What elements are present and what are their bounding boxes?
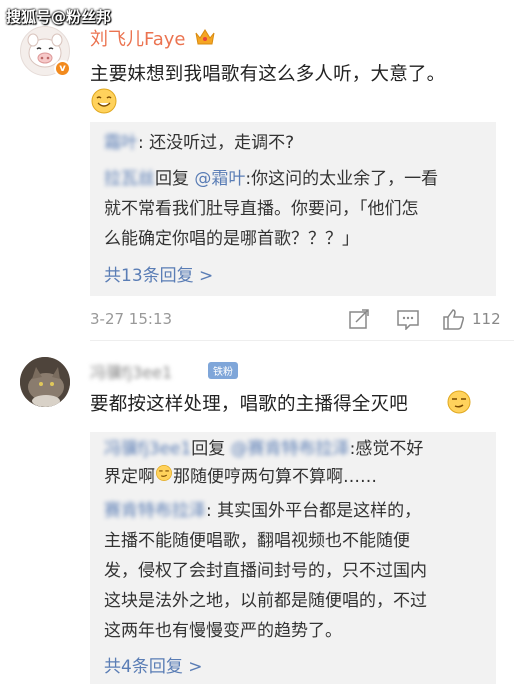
reply-continuation: 就不常看我们肚导直播。你要问，「他们怎 — [104, 199, 419, 219]
verified-badge: v — [54, 60, 71, 77]
reply-nick[interactable]: 冯骥fj3ee1 — [104, 434, 191, 464]
more-replies-link[interactable]: 共13条回复 > — [104, 261, 213, 286]
reply-nick[interactable]: 赛肯特布拉泽 — [104, 496, 206, 526]
reply-continuation: 界定啊 那随便哼两句算不算啊…… — [104, 462, 377, 492]
reply-item: 冯骥fj3ee1回复 @赛肯特布拉泽:感觉不好 — [104, 434, 423, 464]
reply-continuation: 发，侵权了会封直播间封号的，只不过国内 — [104, 561, 427, 581]
reply-continuation: 这两年也有慢慢变严的趋势了。 — [104, 621, 342, 641]
laughing-face-icon — [90, 87, 118, 119]
comment-text: 要都按这样处理，唱歌的主播得全灭吧 — [90, 394, 408, 415]
smirk-face-icon — [155, 462, 173, 492]
comment-icon[interactable] — [396, 308, 420, 330]
comment-text: 主要妹想到我唱歌有这么多人听，大意了。 — [90, 64, 446, 85]
crown-icon — [195, 29, 215, 45]
like-icon[interactable] — [442, 308, 466, 330]
reply-nick[interactable]: 拉瓦丝 — [104, 164, 155, 194]
comment-date: 3-27 15:13 — [90, 310, 173, 328]
watermark: 搜狐号@粉丝邦 — [6, 8, 112, 26]
more-replies-link[interactable]: 共4条回复 > — [104, 652, 202, 677]
mention-link[interactable]: @赛肯特布拉泽 — [231, 434, 350, 464]
reply-item: 霜叶: 还没听过，走调不? — [104, 128, 294, 158]
reply-nick[interactable]: 霜叶 — [104, 128, 138, 158]
cat-avatar-icon — [20, 357, 70, 407]
smirk-face-icon — [446, 389, 472, 419]
fan-badge: 铁粉 — [208, 362, 238, 379]
reply-continuation: 么能确定你唱的是哪首歌？？？」 — [104, 229, 359, 249]
share-icon[interactable] — [348, 308, 372, 330]
reply-box[interactable]: 冯骥fj3ee1回复 @赛肯特布拉泽:感觉不好 界定啊 那随便哼两句算不算啊…… … — [90, 432, 496, 684]
like-count: 112 — [472, 310, 501, 328]
username[interactable]: 冯骥fj3ee1 — [90, 359, 172, 383]
reply-box[interactable]: 霜叶: 还没听过，走调不? 拉瓦丝回复 @霜叶:你这问的太业余了，一看 就不常看… — [90, 122, 496, 296]
divider — [90, 340, 514, 341]
avatar[interactable] — [20, 357, 70, 407]
mention-link[interactable]: @霜叶 — [194, 169, 245, 189]
reply-item: 拉瓦丝回复 @霜叶:你这问的太业余了，一看 — [104, 164, 438, 194]
username[interactable]: 刘飞儿Faye — [90, 25, 185, 51]
reply-continuation: 主播不能随便唱歌，翻唱视频也不能随便 — [104, 531, 410, 551]
reply-continuation: 这块是法外之地，以前都是随便唱的，不过 — [104, 591, 427, 611]
reply-item: 赛肯特布拉泽: 其实国外平台都是这样的， — [104, 496, 421, 526]
